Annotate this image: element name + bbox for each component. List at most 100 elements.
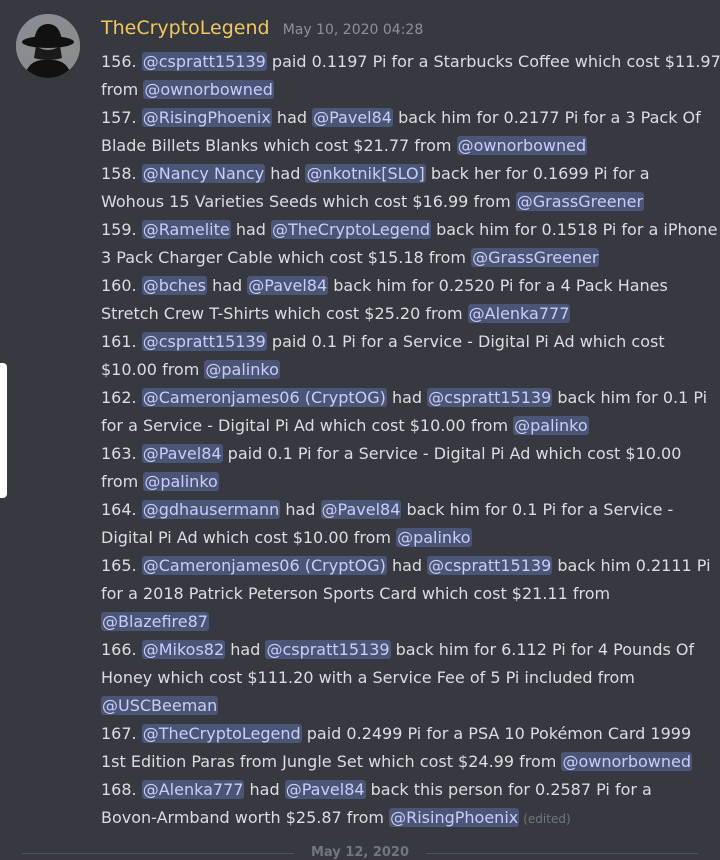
user-mention[interactable]: @cspratt15139: [141, 332, 267, 351]
user-mention[interactable]: @Mikos82: [141, 640, 226, 659]
user-mention[interactable]: @ownorbowned: [456, 136, 588, 155]
message-line: from @ownorbowned: [101, 76, 701, 104]
timestamp: May 10, 2020 04:28: [282, 22, 424, 38]
message-text: paid 0.1 Pi for a Service - Digital Pi A…: [222, 444, 682, 463]
message-line: for a 2018 Patrick Peterson Sports Card …: [101, 580, 701, 608]
user-mention[interactable]: @nkotnik[SLO]: [305, 164, 426, 183]
user-mention[interactable]: @Pavel84: [141, 444, 223, 463]
user-mention[interactable]: @USCBeeman: [101, 696, 219, 715]
message-line: Honey which cost $111.20 with a Service …: [101, 664, 701, 692]
message-text: had: [386, 556, 428, 575]
user-mention[interactable]: @gdhausermann: [141, 500, 281, 519]
message-text: from: [101, 472, 144, 491]
user-mention[interactable]: @Alenka777: [141, 780, 245, 799]
message-text: back him for 6.112 Pi for 4 Pounds Of: [390, 640, 695, 659]
message-text: 160.: [101, 276, 142, 295]
user-mention[interactable]: @Pavel84: [247, 276, 329, 295]
message-text: 166.: [101, 640, 142, 659]
message-line: 162. @Cameronjames06 (CryptOG) had @cspr…: [101, 384, 707, 412]
avatar[interactable]: [16, 14, 80, 78]
user-mention[interactable]: @cspratt15139: [141, 52, 267, 71]
user-mention[interactable]: @TheCryptoLegend: [141, 724, 302, 743]
message-text: back him 0.2111 Pi: [552, 556, 711, 575]
user-mention[interactable]: @TheCryptoLegend: [271, 220, 431, 239]
user-mention[interactable]: @GrassGreener: [471, 248, 600, 267]
message-line: Stretch Crew T-Shirts which cost $25.20 …: [101, 300, 701, 328]
message-line: Bovon-Armband worth $25.87 from @RisingP…: [101, 804, 701, 832]
message-text: had: [271, 108, 313, 127]
user-mention[interactable]: @palinko: [396, 528, 472, 547]
user-mention[interactable]: @cspratt15139: [265, 640, 391, 659]
message-text: back him for 0.1 Pi for a Service -: [401, 500, 674, 519]
message-text: 161.: [101, 332, 142, 351]
message-line: 161. @cspratt15139 paid 0.1 Pi for a Ser…: [101, 328, 701, 356]
user-mention[interactable]: @cspratt15139: [427, 388, 553, 407]
user-mention[interactable]: @Pavel84: [284, 780, 366, 799]
user-mention[interactable]: @palinko: [143, 472, 219, 491]
message-text: 158.: [101, 164, 142, 183]
message-line: for a Service - Digital Pi Ad which cost…: [101, 412, 701, 440]
message-text: paid 0.2499 Pi for a PSA 10 Pokémon Card…: [301, 724, 692, 743]
message-line: 166. @Mikos82 had @cspratt15139 back him…: [101, 636, 701, 664]
scroll-handle[interactable]: [0, 363, 7, 498]
message-text: 167.: [101, 724, 142, 743]
message-text: had: [265, 164, 306, 183]
message-line: 165. @Cameronjames06 (CryptOG) had @cspr…: [101, 552, 711, 580]
user-mention[interactable]: @Blazefire87: [101, 612, 209, 631]
user-mention[interactable]: @palinko: [513, 416, 589, 435]
message-line: 156. @cspratt15139 paid 0.1197 Pi for a …: [101, 48, 720, 76]
user-mention[interactable]: @palinko: [204, 360, 280, 379]
message-line: $10.00 from @palinko: [101, 356, 701, 384]
date-divider-line-right: [426, 853, 698, 854]
message-text: back him for 0.2177 Pi for a 3 Pack Of: [392, 108, 701, 127]
message-content: 156. @cspratt15139 paid 0.1197 Pi for a …: [101, 48, 720, 832]
user-mention[interactable]: @Ramelite: [141, 220, 231, 239]
edited-label: (edited): [523, 812, 571, 826]
message-line: 167. @TheCryptoLegend paid 0.2499 Pi for…: [101, 720, 701, 748]
message-line: 163. @Pavel84 paid 0.1 Pi for a Service …: [101, 440, 701, 468]
message-text: 163.: [101, 444, 142, 463]
spy-icon: [16, 14, 80, 78]
user-mention[interactable]: @Alenka777: [467, 304, 571, 323]
message-text: had: [230, 220, 272, 239]
message-text: had: [386, 388, 428, 407]
message-text: 165.: [101, 556, 142, 575]
message-line: Wohous 15 Varieties Seeds which cost $16…: [101, 188, 701, 216]
message-line: 160. @bches had @Pavel84 back him for 0.…: [101, 272, 701, 300]
message-text: Stretch Crew T-Shirts which cost $25.20 …: [101, 304, 468, 323]
user-mention[interactable]: @bches: [141, 276, 207, 295]
message-text: 162.: [101, 388, 142, 407]
user-mention[interactable]: @GrassGreener: [515, 192, 645, 211]
user-mention[interactable]: @Pavel84: [320, 500, 402, 519]
date-divider-line-left: [22, 853, 294, 854]
user-mention[interactable]: @Pavel84: [312, 108, 393, 127]
message-text: had: [207, 276, 248, 295]
message-line: from @palinko: [101, 468, 701, 496]
user-mention[interactable]: @Nancy Nancy: [141, 164, 266, 183]
message-text: for a Service - Digital Pi Ad which cost…: [101, 416, 514, 435]
message-line: Blade Billets Blanks which cost $21.77 f…: [101, 132, 701, 160]
user-mention[interactable]: @Cameronjames06 (CryptOG): [141, 556, 387, 575]
message-line: 158. @Nancy Nancy had @nkotnik[SLO] back…: [101, 160, 701, 188]
user-mention[interactable]: @ownorbowned: [561, 752, 692, 771]
message-text: Bovon-Armband worth $25.87 from: [101, 808, 390, 827]
message-line: @USCBeeman: [101, 692, 701, 720]
message-text: Wohous 15 Varieties Seeds which cost $16…: [101, 192, 516, 211]
username[interactable]: TheCryptoLegend: [101, 17, 270, 39]
message-text: back this person for 0.2587 Pi for a: [365, 780, 652, 799]
user-mention[interactable]: @cspratt15139: [427, 556, 553, 575]
user-mention[interactable]: @RisingPhoenix: [141, 108, 272, 127]
message-line: 159. @Ramelite had @TheCryptoLegend back…: [101, 216, 717, 244]
user-mention[interactable]: @ownorbowned: [143, 80, 274, 99]
message-text: paid 0.1197 Pi for a Starbucks Coffee wh…: [266, 52, 720, 71]
user-mention[interactable]: @RisingPhoenix: [389, 808, 520, 827]
message-text: 159.: [101, 220, 142, 239]
message-line: 3 Pack Charger Cable which cost $15.18 f…: [101, 244, 701, 272]
message-text: had: [244, 780, 285, 799]
message-text: 164.: [101, 500, 142, 519]
message-header: TheCryptoLegend May 10, 2020 04:28: [101, 17, 423, 39]
message-text: back him for 0.2520 Pi for a 4 Pack Hane…: [328, 276, 668, 295]
message-line: @Blazefire87: [101, 608, 701, 636]
user-mention[interactable]: @Cameronjames06 (CryptOG): [141, 388, 387, 407]
message-text: 157.: [101, 108, 142, 127]
